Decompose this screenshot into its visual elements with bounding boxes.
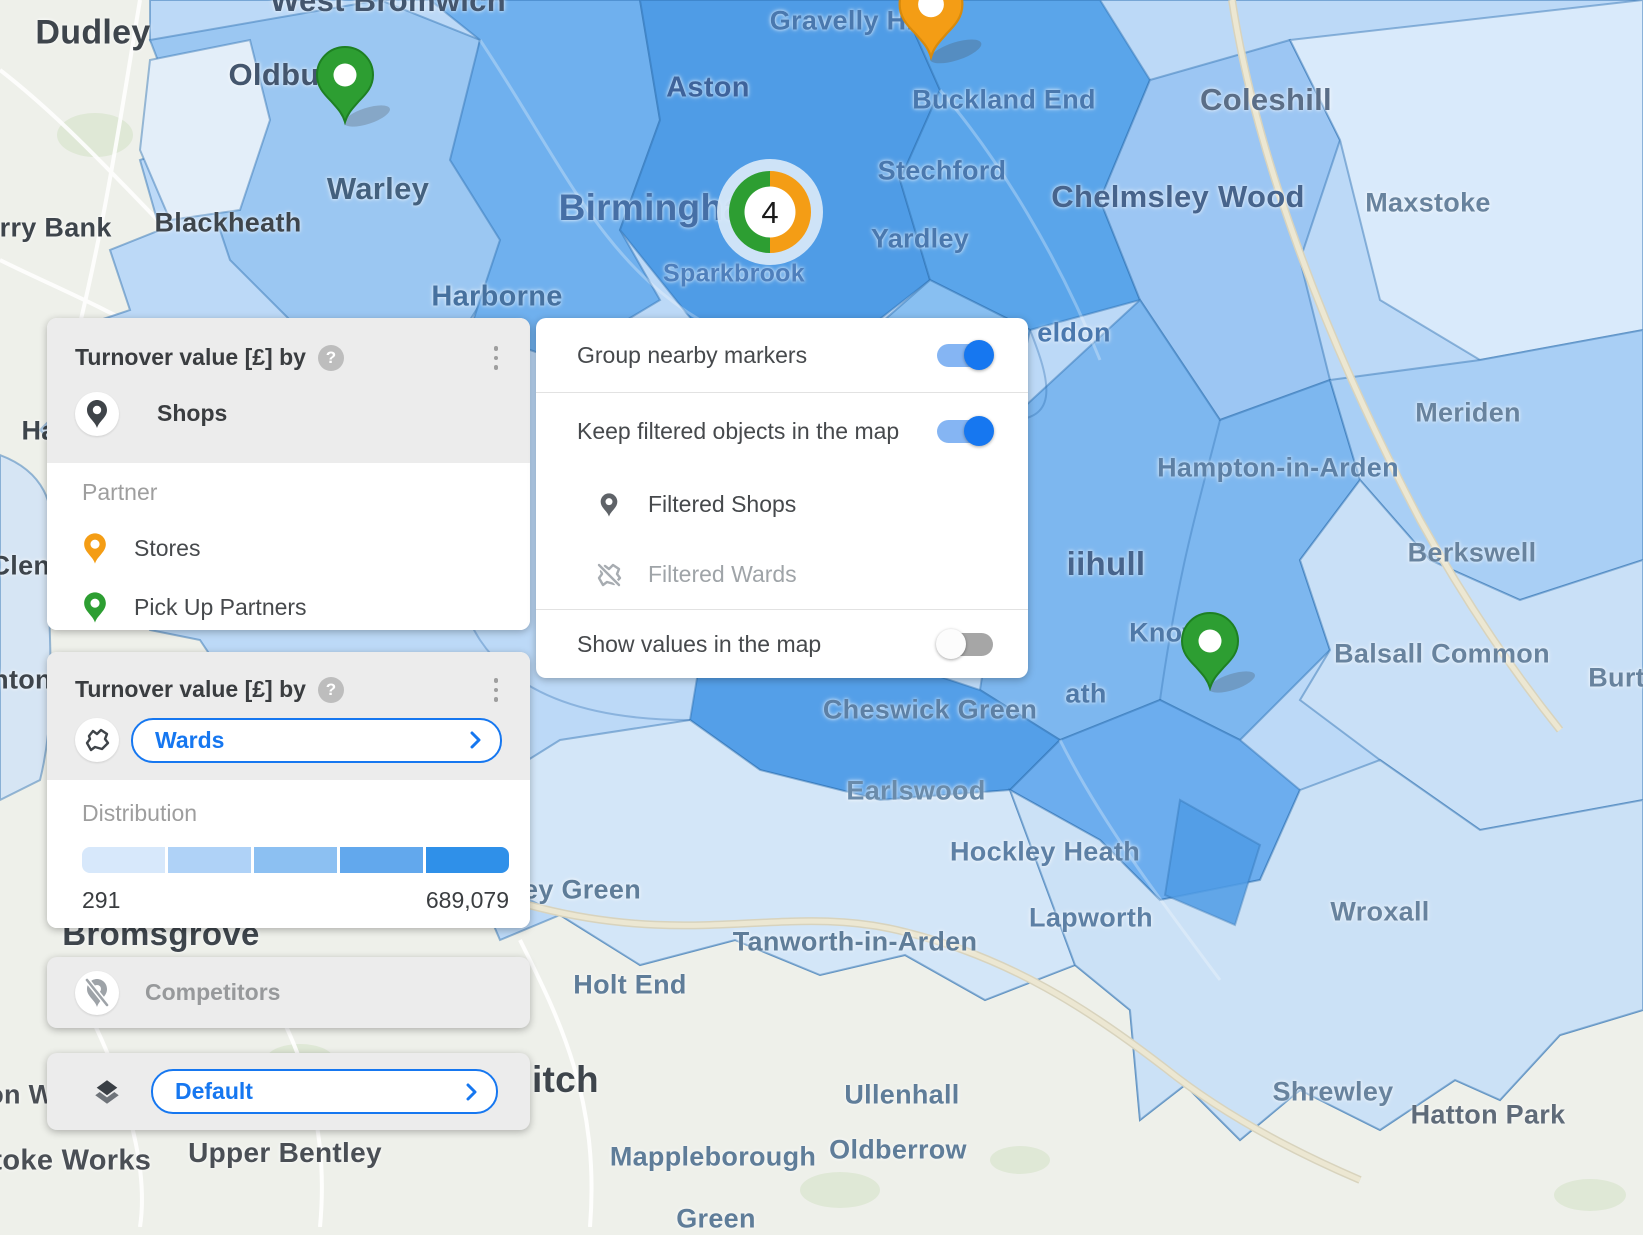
wards-selected-label: Wards bbox=[155, 727, 224, 754]
chevron-right-icon bbox=[470, 731, 482, 749]
partner-section-label: Partner bbox=[82, 479, 502, 506]
distribution-segment bbox=[168, 847, 251, 873]
legend-label: Stores bbox=[134, 535, 200, 562]
distribution-segment bbox=[254, 847, 337, 873]
cluster-count: 4 bbox=[761, 195, 778, 230]
setting-label: Show values in the map bbox=[577, 631, 821, 658]
distribution-segment bbox=[340, 847, 423, 873]
panel-wards-body: Distribution 291 689,079 bbox=[47, 780, 530, 928]
layer-selected-label: Default bbox=[175, 1078, 253, 1105]
distribution-segment bbox=[426, 847, 509, 873]
panel-shops-body: Partner Stores Pick Up Partners bbox=[47, 463, 530, 630]
store-pin-icon bbox=[82, 532, 108, 565]
ward-shape-icon bbox=[75, 718, 119, 762]
cluster-marker[interactable]: 4 bbox=[717, 159, 823, 265]
pickup-pin-icon bbox=[82, 591, 108, 624]
distribution-label: Distribution bbox=[82, 800, 502, 827]
kebab-menu-icon[interactable] bbox=[486, 342, 507, 374]
layer-selector-button[interactable]: Default bbox=[151, 1069, 498, 1114]
setting-label: Keep filtered objects in the map bbox=[577, 418, 899, 445]
shops-pin-icon bbox=[75, 392, 119, 436]
chevron-right-icon bbox=[466, 1083, 478, 1101]
setting-row-show-values: Show values in the map bbox=[536, 610, 1028, 678]
panel-wards-header: Turnover value [£] by ? Wards bbox=[47, 652, 530, 780]
setting-row-keep-filtered: Keep filtered objects in the map bbox=[536, 393, 1028, 469]
setting-row-filtered-wards[interactable]: Filtered Wards bbox=[536, 540, 1028, 609]
competitors-label: Competitors bbox=[145, 979, 280, 1006]
setting-label: Filtered Wards bbox=[648, 561, 797, 588]
panel-title: Turnover value [£] by bbox=[75, 344, 306, 371]
help-icon[interactable]: ? bbox=[318, 677, 344, 703]
kebab-menu-icon[interactable] bbox=[486, 674, 507, 706]
setting-label: Filtered Shops bbox=[648, 491, 796, 518]
legend-item-stores[interactable]: Stores bbox=[82, 532, 502, 565]
help-icon[interactable]: ? bbox=[318, 345, 344, 371]
setting-row-group-markers: Group nearby markers bbox=[536, 318, 1028, 392]
distribution-segment bbox=[82, 847, 165, 873]
panel-turnover-shops: Turnover value [£] by ? Shops Partner bbox=[47, 318, 530, 630]
panel-layer-selector: Default bbox=[47, 1053, 530, 1130]
shops-selected-label[interactable]: Shops bbox=[157, 400, 227, 427]
legend-item-pickup-partners[interactable]: Pick Up Partners bbox=[82, 591, 502, 624]
wards-selector-button[interactable]: Wards bbox=[131, 718, 502, 763]
panel-competitors[interactable]: Competitors bbox=[47, 957, 530, 1028]
competitors-pin-off-icon bbox=[75, 971, 119, 1015]
legend-label: Pick Up Partners bbox=[134, 594, 307, 621]
panel-shops-header: Turnover value [£] by ? Shops bbox=[47, 318, 530, 463]
filtered-wards-off-icon bbox=[594, 561, 624, 589]
panel-title: Turnover value [£] by bbox=[75, 676, 306, 703]
show-values-toggle[interactable] bbox=[937, 633, 993, 656]
distribution-min: 291 bbox=[82, 887, 120, 914]
setting-row-filtered-shops[interactable]: Filtered Shops bbox=[536, 469, 1028, 540]
setting-label: Group nearby markers bbox=[577, 342, 807, 369]
layers-icon bbox=[91, 1076, 123, 1108]
distribution-color-scale bbox=[82, 847, 509, 873]
group-markers-toggle[interactable] bbox=[937, 344, 993, 367]
panel-turnover-wards: Turnover value [£] by ? Wards bbox=[47, 652, 530, 928]
keep-filtered-toggle[interactable] bbox=[937, 420, 993, 443]
filtered-shops-pin-icon bbox=[594, 492, 624, 518]
panel-marker-settings: Group nearby markers Keep filtered objec… bbox=[536, 318, 1028, 678]
map-canvas[interactable]: DudleyWest BromwichOldburyWarleyBlackhea… bbox=[0, 0, 1643, 1227]
distribution-max: 689,079 bbox=[426, 887, 509, 914]
